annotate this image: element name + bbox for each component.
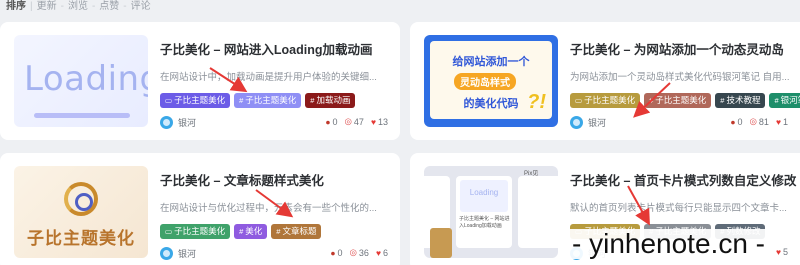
comment-count: ● 0 [330, 247, 343, 258]
person-image [430, 228, 452, 258]
thumbnail-loading-bar [34, 113, 130, 118]
hash-icon: # [310, 96, 315, 105]
post-author[interactable]: 银河 [160, 247, 196, 260]
comment-icon: ● [325, 116, 331, 127]
category-tag[interactable]: ▭子比主题美化 [160, 224, 231, 239]
thumbnail-loading-text: Loading [24, 59, 148, 99]
avatar[interactable] [160, 116, 173, 129]
post-stats: ● 0 ◎ 36 ♥ 6 [330, 247, 388, 258]
avatar[interactable] [570, 116, 583, 129]
author-name[interactable]: 银河 [178, 116, 196, 129]
mini-card: Loading 子比主题美化 – 网站进入Loading加载动画 [456, 176, 512, 248]
hash-icon: # [649, 96, 654, 105]
post-tag[interactable]: #子比主题美化 [644, 93, 712, 108]
heart-icon: ♥ [775, 247, 781, 257]
hash-icon: # [720, 96, 725, 105]
heart-icon: ♥ [375, 247, 381, 258]
post-card[interactable]: 给网站添加一个 灵动岛样式 的美化代码 ?! 子比美化 – 为网站添加一个动态灵… [410, 22, 800, 140]
heart-icon: ♥ [370, 116, 376, 127]
post-author[interactable]: 银河 [570, 116, 606, 129]
thumbnail-line: 灵动岛样式 [454, 73, 516, 90]
sort-option-comments[interactable]: 评论 [131, 1, 151, 12]
post-excerpt: 为网站添加一个灵动岛样式美化代码银河笔记 自用... [570, 72, 790, 83]
comment-icon: ● [730, 116, 736, 127]
hash-icon: # [239, 96, 244, 105]
comment-count: ● 0 [730, 116, 743, 127]
hash-icon: # [239, 227, 244, 236]
mini-caption: 子比主题美化 – 网站进入Loading加载动画 [459, 216, 510, 229]
post-tag[interactable]: # 美化 [234, 224, 268, 239]
view-icon: ◎ [749, 116, 757, 126]
post-tag[interactable]: # 技术教程 [715, 93, 766, 108]
post-thumbnail[interactable]: 子比主题美化 [14, 166, 148, 258]
post-tag[interactable]: # 加载动画 [305, 93, 356, 108]
view-count: ◎ 47 [344, 116, 364, 127]
sort-label: 排序 [6, 1, 26, 12]
view-count: ◎ 81 [749, 116, 769, 127]
mini-card [518, 176, 558, 248]
comment-icon: ● [330, 247, 336, 258]
post-excerpt: 默认的首页列表卡片模式每行只能显示四个文章卡... [570, 203, 787, 214]
post-stats: ● 0 ◎ 47 ♥ 13 [325, 116, 388, 127]
post-tag[interactable]: #银河笔 [769, 93, 800, 108]
avatar[interactable] [160, 247, 173, 260]
post-tag[interactable]: # 文章标题 [271, 224, 322, 239]
post-thumbnail[interactable]: Loading 子比主题美化 – 网站进入Loading加载动画 Pix见 [424, 166, 558, 258]
category-tag[interactable]: ▭子比主题美化 [160, 93, 231, 108]
hash-icon: # [774, 96, 779, 105]
folder-icon: ▭ [165, 227, 173, 236]
thumbnail-mark: ?! [527, 91, 546, 113]
category-tag[interactable]: ▭子比主题美化 [570, 93, 641, 108]
post-thumbnail[interactable]: Loading [14, 35, 148, 127]
thumbnail-line: 给网站添加一个 [452, 56, 530, 68]
heart-icon: ♥ [775, 116, 781, 127]
like-count: ♥ 5 [775, 247, 788, 257]
post-stats: ● 0 ◎ 81 ♥ 1 [730, 116, 788, 127]
author-name[interactable]: 银河 [178, 247, 196, 260]
post-excerpt: 在网站设计与优化过程中，元素会有一些个性化的... [160, 203, 377, 214]
comment-count: ● 0 [325, 116, 338, 127]
sort-option-update[interactable]: 更新 [37, 1, 57, 12]
thumbnail-frame: 给网站添加一个 灵动岛样式 的美化代码 ?! [430, 41, 552, 119]
post-tags: ▭ 子比主题美化 # 子比主题美化 # 加载动画 [160, 93, 356, 108]
view-icon: ◎ [349, 247, 357, 257]
like-count: ♥ 6 [375, 247, 388, 258]
post-thumbnail[interactable]: 给网站添加一个 灵动岛样式 的美化代码 ?! [424, 35, 558, 127]
sort-option-likes[interactable]: 点赞 [99, 1, 119, 12]
mini-loading-text: Loading [469, 188, 499, 197]
view-icon: ◎ [344, 116, 352, 126]
like-count: ♥ 1 [775, 116, 788, 127]
thumbnail-text: 子比主题美化 [27, 229, 135, 248]
post-tags: ▭子比主题美化 #子比主题美化 #技术教程 #银河笔 [570, 93, 800, 108]
post-stats: ♥ 5 [776, 247, 788, 257]
hash-icon: # [276, 227, 281, 236]
folder-icon: ▭ [165, 96, 173, 105]
post-excerpt: 在网站设计中，加载动画是提升用户体验的关键细... [160, 72, 377, 83]
post-author[interactable]: 银河 [160, 116, 196, 129]
post-title[interactable]: 子比美化 – 网站进入Loading加载动画 [160, 39, 373, 58]
folder-icon: ▭ [575, 96, 583, 105]
sort-bar: 排序 | 更新 - 浏览 - 点赞 - 评论 [6, 1, 151, 12]
mini-card [424, 176, 452, 258]
mini-label: Pix见 [524, 171, 539, 177]
post-title[interactable]: 子比美化 – 文章标题样式美化 [160, 170, 324, 189]
watermark: - yinhenote.cn - [568, 229, 769, 259]
sort-option-views[interactable]: 浏览 [68, 1, 88, 12]
like-count: ♥ 13 [370, 116, 388, 127]
post-card[interactable]: 子比主题美化 子比美化 – 文章标题样式美化 在网站设计与优化过程中，元素会有一… [0, 153, 400, 265]
post-title[interactable]: 子比美化 – 首页卡片模式列数自定义修改 [570, 170, 796, 189]
author-name[interactable]: 银河 [588, 116, 606, 129]
theme-logo-icon [64, 182, 98, 216]
view-count: ◎ 36 [349, 247, 369, 258]
post-title[interactable]: 子比美化 – 为网站添加一个动态灵动岛 [570, 39, 784, 58]
post-tag[interactable]: #子比主题美化 [234, 93, 302, 108]
post-card[interactable]: Loading 子比美化 – 网站进入Loading加载动画 在网站设计中，加载… [0, 22, 400, 140]
post-tags: ▭ 子比主题美化 # 美化 # 文章标题 [160, 224, 322, 239]
